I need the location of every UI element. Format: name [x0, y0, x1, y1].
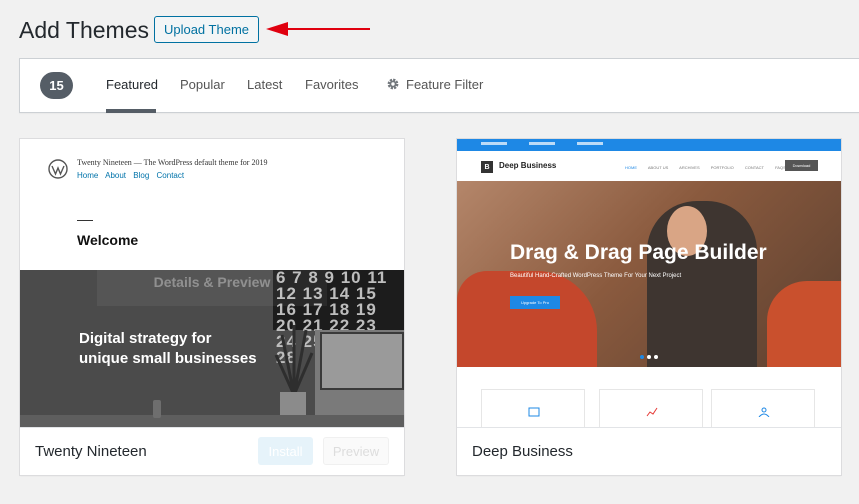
red-arrow-annotation: [266, 22, 370, 36]
header-cta: Download: [785, 160, 818, 171]
menu-item: PORTFOLIO: [710, 165, 734, 170]
theme-screenshot[interactable]: Twenty Nineteen — The WordPress default …: [20, 139, 404, 427]
upload-theme-button[interactable]: Upload Theme: [154, 16, 259, 43]
details-preview-overlay[interactable]: Details & Preview: [97, 258, 327, 306]
feature-filter-button[interactable]: Feature Filter: [406, 77, 483, 92]
preview-button[interactable]: Preview: [323, 437, 389, 465]
menu-item: ABOUT US: [647, 165, 669, 170]
chair: [767, 281, 841, 367]
install-button[interactable]: Install: [258, 437, 313, 465]
hero-image: Drag & Drag Page Builder Beautiful Hand-…: [457, 181, 841, 367]
hero-line: unique small businesses: [79, 350, 257, 367]
hero-title: Drag & Drag Page Builder: [510, 241, 767, 264]
window-frame: [320, 332, 404, 390]
divider: [77, 220, 93, 221]
nav-item: Blog: [133, 171, 150, 180]
theme-filter-bar: 15 Featured Popular Latest Favorites Fea…: [19, 58, 859, 113]
feature-box: [481, 389, 585, 427]
nav-item: About: [105, 171, 127, 180]
nav-item: Home: [77, 171, 99, 180]
tab-latest[interactable]: Latest: [247, 77, 282, 92]
site-nav: Home About Blog Contact: [77, 171, 189, 180]
top-bar: [457, 139, 841, 151]
page-title: Add Themes: [19, 17, 149, 43]
logo-mark: B: [481, 161, 493, 173]
theme-name: Deep Business: [472, 443, 573, 460]
theme-name: Twenty Nineteen: [35, 443, 147, 460]
welcome-heading: Welcome: [77, 232, 139, 248]
theme-card-twenty-nineteen[interactable]: Twenty Nineteen — The WordPress default …: [19, 138, 405, 476]
top-bar-info: [481, 142, 507, 145]
hero-button: Upgrade To Pro: [510, 296, 560, 309]
theme-count-badge: 15: [40, 72, 73, 99]
menu-item: CONTACT: [744, 165, 764, 170]
nav-item: Contact: [156, 171, 185, 180]
hero-subtitle: Beautiful Hand-Crafted WordPress Theme F…: [510, 273, 682, 279]
menu-item: ARCHIVES: [679, 165, 700, 170]
chart-icon: [646, 407, 658, 417]
site-title: Twenty Nineteen — The WordPress default …: [77, 158, 268, 167]
tab-featured[interactable]: Featured: [106, 77, 158, 92]
hero-text: Digital strategy for unique small busine…: [79, 329, 257, 369]
user-icon: [758, 407, 770, 417]
tab-favorites[interactable]: Favorites: [305, 77, 358, 92]
site-menu: HOME ABOUT US ARCHIVES PORTFOLIO CONTACT…: [625, 165, 796, 170]
theme-card-deep-business[interactable]: B Deep Business HOME ABOUT US ARCHIVES P…: [456, 138, 842, 476]
theme-card-footer: Deep Business: [457, 427, 841, 475]
chair: [457, 271, 597, 367]
desk: [20, 415, 404, 427]
hero-line: Digital strategy for: [79, 330, 212, 347]
feature-box: [711, 389, 815, 427]
feature-box: [599, 389, 703, 427]
theme-card-footer: Twenty Nineteen Install Preview: [20, 427, 404, 475]
wordpress-logo-icon: [48, 159, 68, 179]
tab-popular[interactable]: Popular: [180, 77, 225, 92]
top-bar-info: [577, 142, 603, 145]
menu-item: HOME: [625, 165, 637, 170]
calendar-icon: [528, 407, 540, 417]
theme-screenshot[interactable]: B Deep Business HOME ABOUT US ARCHIVES P…: [457, 139, 841, 427]
plant-icon: [274, 325, 314, 395]
current-tab-indicator: [106, 109, 156, 113]
site-header: B Deep Business HOME ABOUT US ARCHIVES P…: [457, 151, 841, 181]
top-bar-info: [529, 142, 555, 145]
gear-icon[interactable]: [386, 77, 400, 91]
logo-text: Deep Business: [499, 161, 557, 170]
bottle: [153, 400, 161, 418]
slider-dots: [640, 346, 661, 364]
